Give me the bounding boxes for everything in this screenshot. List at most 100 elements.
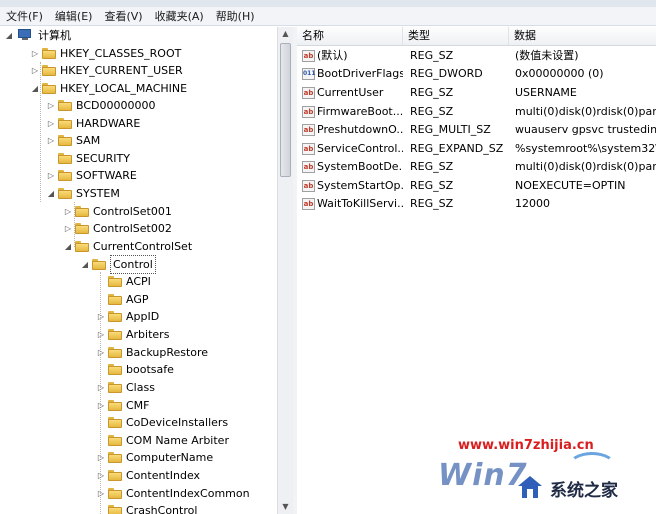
window-top-border [0, 0, 656, 7]
collapse-arrow-icon[interactable]: ◢ [80, 256, 90, 273]
expand-arrow-icon[interactable]: ▷ [30, 62, 40, 79]
tree-item-hklm[interactable]: ◢ HKEY_LOCAL_MACHINE [30, 80, 250, 97]
folder-icon [58, 100, 72, 111]
column-header-type[interactable]: 类型 [403, 27, 509, 45]
list-row[interactable]: ab CurrentUser REG_SZ USERNAME [297, 84, 656, 102]
tree-item-hkcr[interactable]: ▷ HKEY_CLASSES_ROOT [30, 45, 230, 62]
expand-arrow-icon[interactable]: ▷ [96, 485, 106, 502]
list-row[interactable]: ab ServiceControl... REG_EXPAND_SZ %syst… [297, 140, 656, 158]
column-header-name[interactable]: 名称 [297, 27, 403, 45]
list-row[interactable]: ab WaitToKillServi... REG_SZ 12000 [297, 195, 656, 213]
tree-item-controlset001[interactable]: ▷ ControlSet001 [63, 203, 263, 220]
tree-item-agp[interactable]: AGP [96, 291, 276, 308]
expand-arrow-icon[interactable]: ▷ [96, 467, 106, 484]
string-value-icon: ab [302, 106, 315, 118]
expand-arrow-icon[interactable]: ▷ [46, 115, 56, 132]
folder-icon [75, 206, 89, 217]
value-data: 0x00000000 (0) [515, 67, 604, 80]
tree-item-label: SYSTEM [76, 187, 120, 200]
expand-arrow-icon[interactable]: ▷ [63, 203, 73, 220]
scroll-up-arrow-icon[interactable]: ▲ [278, 27, 293, 41]
tree-scrollbar[interactable]: ▲ ▼ [277, 27, 293, 514]
tree-item-backuprestore[interactable]: ▷ BackupRestore [96, 344, 276, 361]
expand-arrow-icon[interactable]: ▷ [96, 449, 106, 466]
collapse-arrow-icon[interactable]: ◢ [4, 27, 14, 44]
value-name: SystemStartOp... [317, 179, 403, 192]
folder-icon [108, 488, 122, 499]
menu-help[interactable]: 帮助(H) [216, 8, 255, 24]
column-header-data[interactable]: 数据 [509, 27, 656, 45]
string-value-icon: ab [302, 161, 315, 173]
list-row[interactable]: ab FirmwareBoot... REG_SZ multi(0)disk(0… [297, 103, 656, 121]
tree-item-label: CurrentControlSet [93, 240, 193, 253]
tree-item-contentindexcommon[interactable]: ▷ ContentIndexCommon [96, 485, 276, 502]
value-name: FirmwareBoot... [317, 105, 403, 118]
tree-item-bcd[interactable]: ▷ BCD00000000 [46, 97, 246, 114]
value-type: REG_EXPAND_SZ [410, 142, 504, 155]
scrollbar-thumb[interactable] [280, 43, 291, 177]
registry-tree[interactable]: ◢ 计算机 ▷ HKEY_CLASSES_ROOT ▷ HKEY_CURRENT… [0, 27, 293, 514]
tree-item-security[interactable]: SECURITY [46, 150, 246, 167]
tree-item-com-name-arbiter[interactable]: COM Name Arbiter [96, 432, 276, 449]
list-header: 名称 类型 数据 [297, 27, 656, 46]
computer-icon [18, 29, 32, 41]
value-type: REG_SZ [410, 105, 454, 118]
tree-item-hardware[interactable]: ▷ HARDWARE [46, 115, 246, 132]
tree-item-controlset002[interactable]: ▷ ControlSet002 [63, 220, 263, 237]
tree-item-label: CrashControl [126, 504, 198, 514]
list-row[interactable]: ab SystemStartOp... REG_SZ NOEXECUTE=OPT… [297, 177, 656, 195]
list-row[interactable]: ab (默认) REG_SZ (数值未设置) [297, 47, 656, 65]
tree-item-label: ComputerName [126, 451, 214, 464]
tree-item-arbiters[interactable]: ▷ Arbiters [96, 326, 276, 343]
tree-item-bootsafe[interactable]: bootsafe [96, 361, 276, 378]
list-row[interactable]: ab PreshutdownO... REG_MULTI_SZ wuauserv… [297, 121, 656, 139]
value-type: REG_SZ [410, 160, 454, 173]
tree-item-class[interactable]: ▷ Class [96, 379, 276, 396]
tree-item-label: Control [110, 255, 156, 274]
tree-item-computername[interactable]: ▷ ComputerName [96, 449, 276, 466]
tree-item-cmf[interactable]: ▷ CMF [96, 397, 276, 414]
scroll-down-arrow-icon[interactable]: ▼ [278, 500, 293, 514]
value-data: USERNAME [515, 86, 577, 99]
expand-arrow-icon[interactable]: ▷ [96, 397, 106, 414]
tree-item-currentcontrolset[interactable]: ◢ CurrentControlSet [63, 238, 263, 255]
collapse-arrow-icon[interactable]: ◢ [30, 80, 40, 97]
folder-icon [108, 382, 122, 393]
list-row[interactable]: ab SystemBootDe... REG_SZ multi(0)disk(0… [297, 158, 656, 176]
expand-arrow-icon[interactable]: ▷ [96, 326, 106, 343]
tree-item-appid[interactable]: ▷ AppID [96, 308, 276, 325]
collapse-arrow-icon[interactable]: ◢ [46, 185, 56, 202]
value-name: WaitToKillServi... [317, 197, 403, 210]
menu-edit[interactable]: 编辑(E) [55, 8, 93, 24]
tree-item-software[interactable]: ▷ SOFTWARE [46, 167, 246, 184]
tree-item-computer[interactable]: ◢ 计算机 [6, 27, 218, 44]
menu-favorites[interactable]: 收藏夹(A) [155, 8, 204, 24]
tree-item-crashcontrol[interactable]: CrashControl [96, 502, 276, 514]
expand-arrow-icon[interactable]: ▷ [46, 132, 56, 149]
tree-item-contentindex[interactable]: ▷ ContentIndex [96, 467, 276, 484]
tree-item-label: HARDWARE [76, 117, 141, 130]
tree-item-acpi[interactable]: ACPI [96, 273, 276, 290]
menu-view[interactable]: 查看(V) [104, 8, 142, 24]
tree-item-hkcu[interactable]: ▷ HKEY_CURRENT_USER [30, 62, 230, 79]
tree-item-codeviceinstallers[interactable]: CoDeviceInstallers [96, 414, 276, 431]
expand-arrow-icon[interactable]: ▷ [30, 45, 40, 62]
tree-item-system[interactable]: ◢ SYSTEM [46, 185, 246, 202]
menu-file[interactable]: 文件(F) [6, 8, 43, 24]
expand-arrow-icon[interactable]: ▷ [96, 379, 106, 396]
expand-arrow-icon[interactable]: ▷ [96, 308, 106, 325]
collapse-arrow-icon[interactable]: ◢ [63, 238, 73, 255]
tree-item-label: BCD00000000 [76, 99, 156, 112]
folder-icon [108, 294, 122, 305]
tree-item-label: ControlSet001 [93, 205, 172, 218]
expand-arrow-icon[interactable]: ▷ [46, 97, 56, 114]
list-row[interactable]: 011 BootDriverFlags REG_DWORD 0x00000000… [297, 65, 656, 83]
expand-arrow-icon[interactable]: ▷ [63, 220, 73, 237]
value-name: (默认) [317, 49, 348, 62]
tree-item-control[interactable]: ◢ Control [80, 255, 200, 274]
folder-icon [42, 65, 56, 76]
expand-arrow-icon[interactable]: ▷ [96, 344, 106, 361]
tree-item-sam[interactable]: ▷ SAM [46, 132, 246, 149]
expand-arrow-icon[interactable]: ▷ [46, 167, 56, 184]
